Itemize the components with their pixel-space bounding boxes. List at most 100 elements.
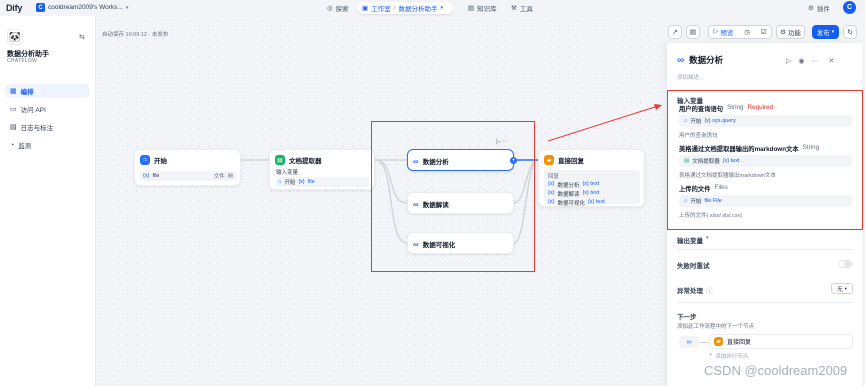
current-node-icon: ∞: [679, 336, 699, 348]
panel-description-input[interactable]: 添加描述...: [677, 73, 704, 81]
nav-tools-label: 工具: [519, 6, 533, 13]
features-button[interactable]: ⚙ 功能: [776, 25, 805, 39]
add-next-node-button[interactable]: +: [510, 157, 517, 164]
field-description: 上传的文件(.xlsx/.xls/.csv): [679, 213, 743, 219]
sidebar-item-orchestrate[interactable]: ▦ 编排: [5, 84, 89, 98]
external-link-icon: ↗: [672, 29, 678, 36]
plus-icon: +: [709, 352, 713, 358]
panel-title[interactable]: 数据分析: [689, 54, 723, 66]
llm-icon: ∞: [413, 239, 419, 249]
nav-tools[interactable]: ⚒ 工具: [506, 2, 538, 14]
file-icon: ▤: [227, 173, 233, 179]
llm-node-data-analysis[interactable]: ∞ 数据分析: [407, 149, 514, 171]
output-section[interactable]: 输出变量 ▾: [677, 235, 709, 245]
var-name: file: [152, 173, 160, 179]
next-step-description: 添加此工作流程中的下一个节点: [677, 324, 755, 330]
chevron-down-icon: ▾: [831, 29, 835, 35]
field-var-selector[interactable]: ⌂ 开始 {x} sys.query: [679, 115, 852, 127]
node-title: 数据分析: [422, 159, 449, 166]
var-node: 文档提取器: [692, 159, 720, 165]
reply-icon: ▰: [714, 337, 723, 346]
llm-node-data-interpret[interactable]: ∞ 数据解读: [407, 192, 514, 214]
checklist-icon[interactable]: ☑: [761, 28, 767, 36]
run-icon[interactable]: ▷: [786, 57, 791, 65]
close-icon[interactable]: ✕: [829, 57, 835, 65]
extractor-var: ⌂ 开始 {x} file: [275, 177, 369, 187]
answer-line-var: {x} text: [582, 190, 600, 196]
field-label: 上传的文件 Files: [679, 184, 728, 193]
publish-label: 发布: [816, 30, 830, 37]
start-node-header: ⌂ 开始: [140, 155, 167, 165]
error-value: 无: [837, 286, 843, 293]
publish-button[interactable]: 发布 ▾: [812, 25, 839, 39]
version-button[interactable]: ↻: [843, 25, 857, 39]
braces-icon: {x}: [548, 181, 555, 187]
dify-logo[interactable]: Dify: [6, 3, 22, 13]
workflow-canvas[interactable]: 自动保存 10:09:12 · 未发布 ⌂ 开始 {x} file 文件 ▤ ▤: [96, 16, 666, 386]
add-parallel-node-button[interactable]: + 添加并行节点: [709, 352, 748, 360]
workspace-switcher[interactable]: C cooldream2009's Works... ▾: [36, 3, 128, 12]
sidebar-item-monitor[interactable]: ◔ 监测: [5, 138, 89, 152]
answer-node[interactable]: ▰ 直接回复 回复 {x} 数据分析 {x} text {x} 数据解读 {x}…: [538, 149, 645, 207]
var-name: {x} sys.query: [704, 118, 736, 124]
help-icon[interactable]: ◉: [798, 57, 804, 65]
external-link-button[interactable]: ↗: [668, 25, 682, 39]
preview-button[interactable]: ▷ 预览: [713, 27, 733, 37]
preview-group: ▷ 预览 ◷ ☑: [708, 25, 772, 39]
field-var-selector[interactable]: ⌂ 开始 file File: [679, 195, 852, 207]
field-description: 用户的查询语句: [679, 133, 718, 139]
start-node[interactable]: ⌂ 开始 {x} file 文件 ▤: [134, 149, 241, 186]
var-node: 开始: [690, 119, 702, 125]
more-icon[interactable]: ⋯: [812, 57, 819, 65]
field-name: 美格通过文档提取器输出的markdown文本: [679, 146, 799, 153]
answer-content: 回复 {x} 数据分析 {x} text {x} 数据解读 {x} text {…: [544, 170, 640, 207]
home-icon: ⌂: [684, 198, 688, 204]
braces-icon: {x}: [548, 190, 555, 196]
llm-node-data-visual[interactable]: ∞ 数据可视化: [407, 232, 514, 254]
env-button[interactable]: ▤: [686, 25, 700, 39]
next-node-item[interactable]: ▰ 直接回复: [709, 334, 853, 349]
document-icon: ▤: [275, 155, 285, 165]
document-extractor-node[interactable]: ▤ 文档提取器 输入变量 ⌂ 开始 {x} file: [269, 149, 375, 190]
features-icon: ⚙: [780, 29, 786, 36]
history-icon[interactable]: ◷: [744, 28, 750, 36]
llm-icon: ∞: [413, 199, 419, 209]
workspace-badge: C: [36, 3, 45, 12]
extractor-node-title: 文档提取器: [289, 158, 322, 165]
nav-knowledge[interactable]: ▤ 知识库: [463, 2, 502, 14]
answer-node-header: ▰ 直接回复: [544, 155, 584, 165]
home-icon: ⌂: [140, 155, 150, 165]
field-var-selector[interactable]: ▤ 文档提取器 {x} text: [679, 155, 852, 167]
answer-label: 回复: [548, 174, 560, 180]
nav-app-label[interactable]: 数据分析助手: [398, 3, 437, 13]
nav-studio[interactable]: ▣ 工作室 / 数据分析助手 ▾: [357, 2, 453, 14]
retry-toggle[interactable]: [838, 260, 852, 268]
node-title: 数据可视化: [422, 242, 456, 249]
divider: [677, 302, 853, 303]
sidebar-item-logs[interactable]: ▤ 日志与标注: [5, 120, 89, 134]
app-icon: 🐼: [7, 29, 23, 45]
braces-icon: {x}: [548, 199, 555, 205]
plugins-label: 插件: [816, 6, 830, 13]
node-config-panel: ∞ 数据分析 ▷ ◉ ⋯ ✕ 添加描述... 输入变量 用户的查询语句 Stri…: [666, 43, 863, 386]
watermark: CSDN @cooldream2009: [704, 363, 848, 378]
retry-label: 失败时重试: [677, 263, 710, 270]
nav-explore[interactable]: ◎ 探索: [322, 2, 354, 14]
var-type: 文件: [213, 174, 225, 180]
collapse-sidebar-icon[interactable]: ⇆: [79, 33, 85, 41]
node-run-icon[interactable]: ▷ ⋯: [496, 138, 508, 145]
extractor-input-label: 输入变量: [276, 170, 299, 176]
sidebar-item-api[interactable]: ▭ 访问 API: [5, 102, 89, 116]
start-node-title: 开始: [154, 158, 167, 165]
error-handling-select[interactable]: 无 ▾: [831, 283, 853, 294]
api-icon: ▭: [10, 106, 17, 113]
plugins-button[interactable]: ⚙ 插件: [808, 3, 830, 13]
chevron-down-icon: ▾: [706, 235, 709, 241]
sidebar-item-label: 编排: [20, 89, 34, 96]
node-header: ∞ 数据可视化: [413, 239, 456, 250]
avatar[interactable]: C: [843, 1, 856, 14]
next-node-title: 直接回复: [727, 340, 752, 346]
field-label: 美格通过文档提取器输出的markdown文本 String: [679, 144, 819, 153]
start-var-file: {x} file 文件 ▤: [140, 171, 236, 181]
home-icon: ⌂: [684, 118, 688, 124]
